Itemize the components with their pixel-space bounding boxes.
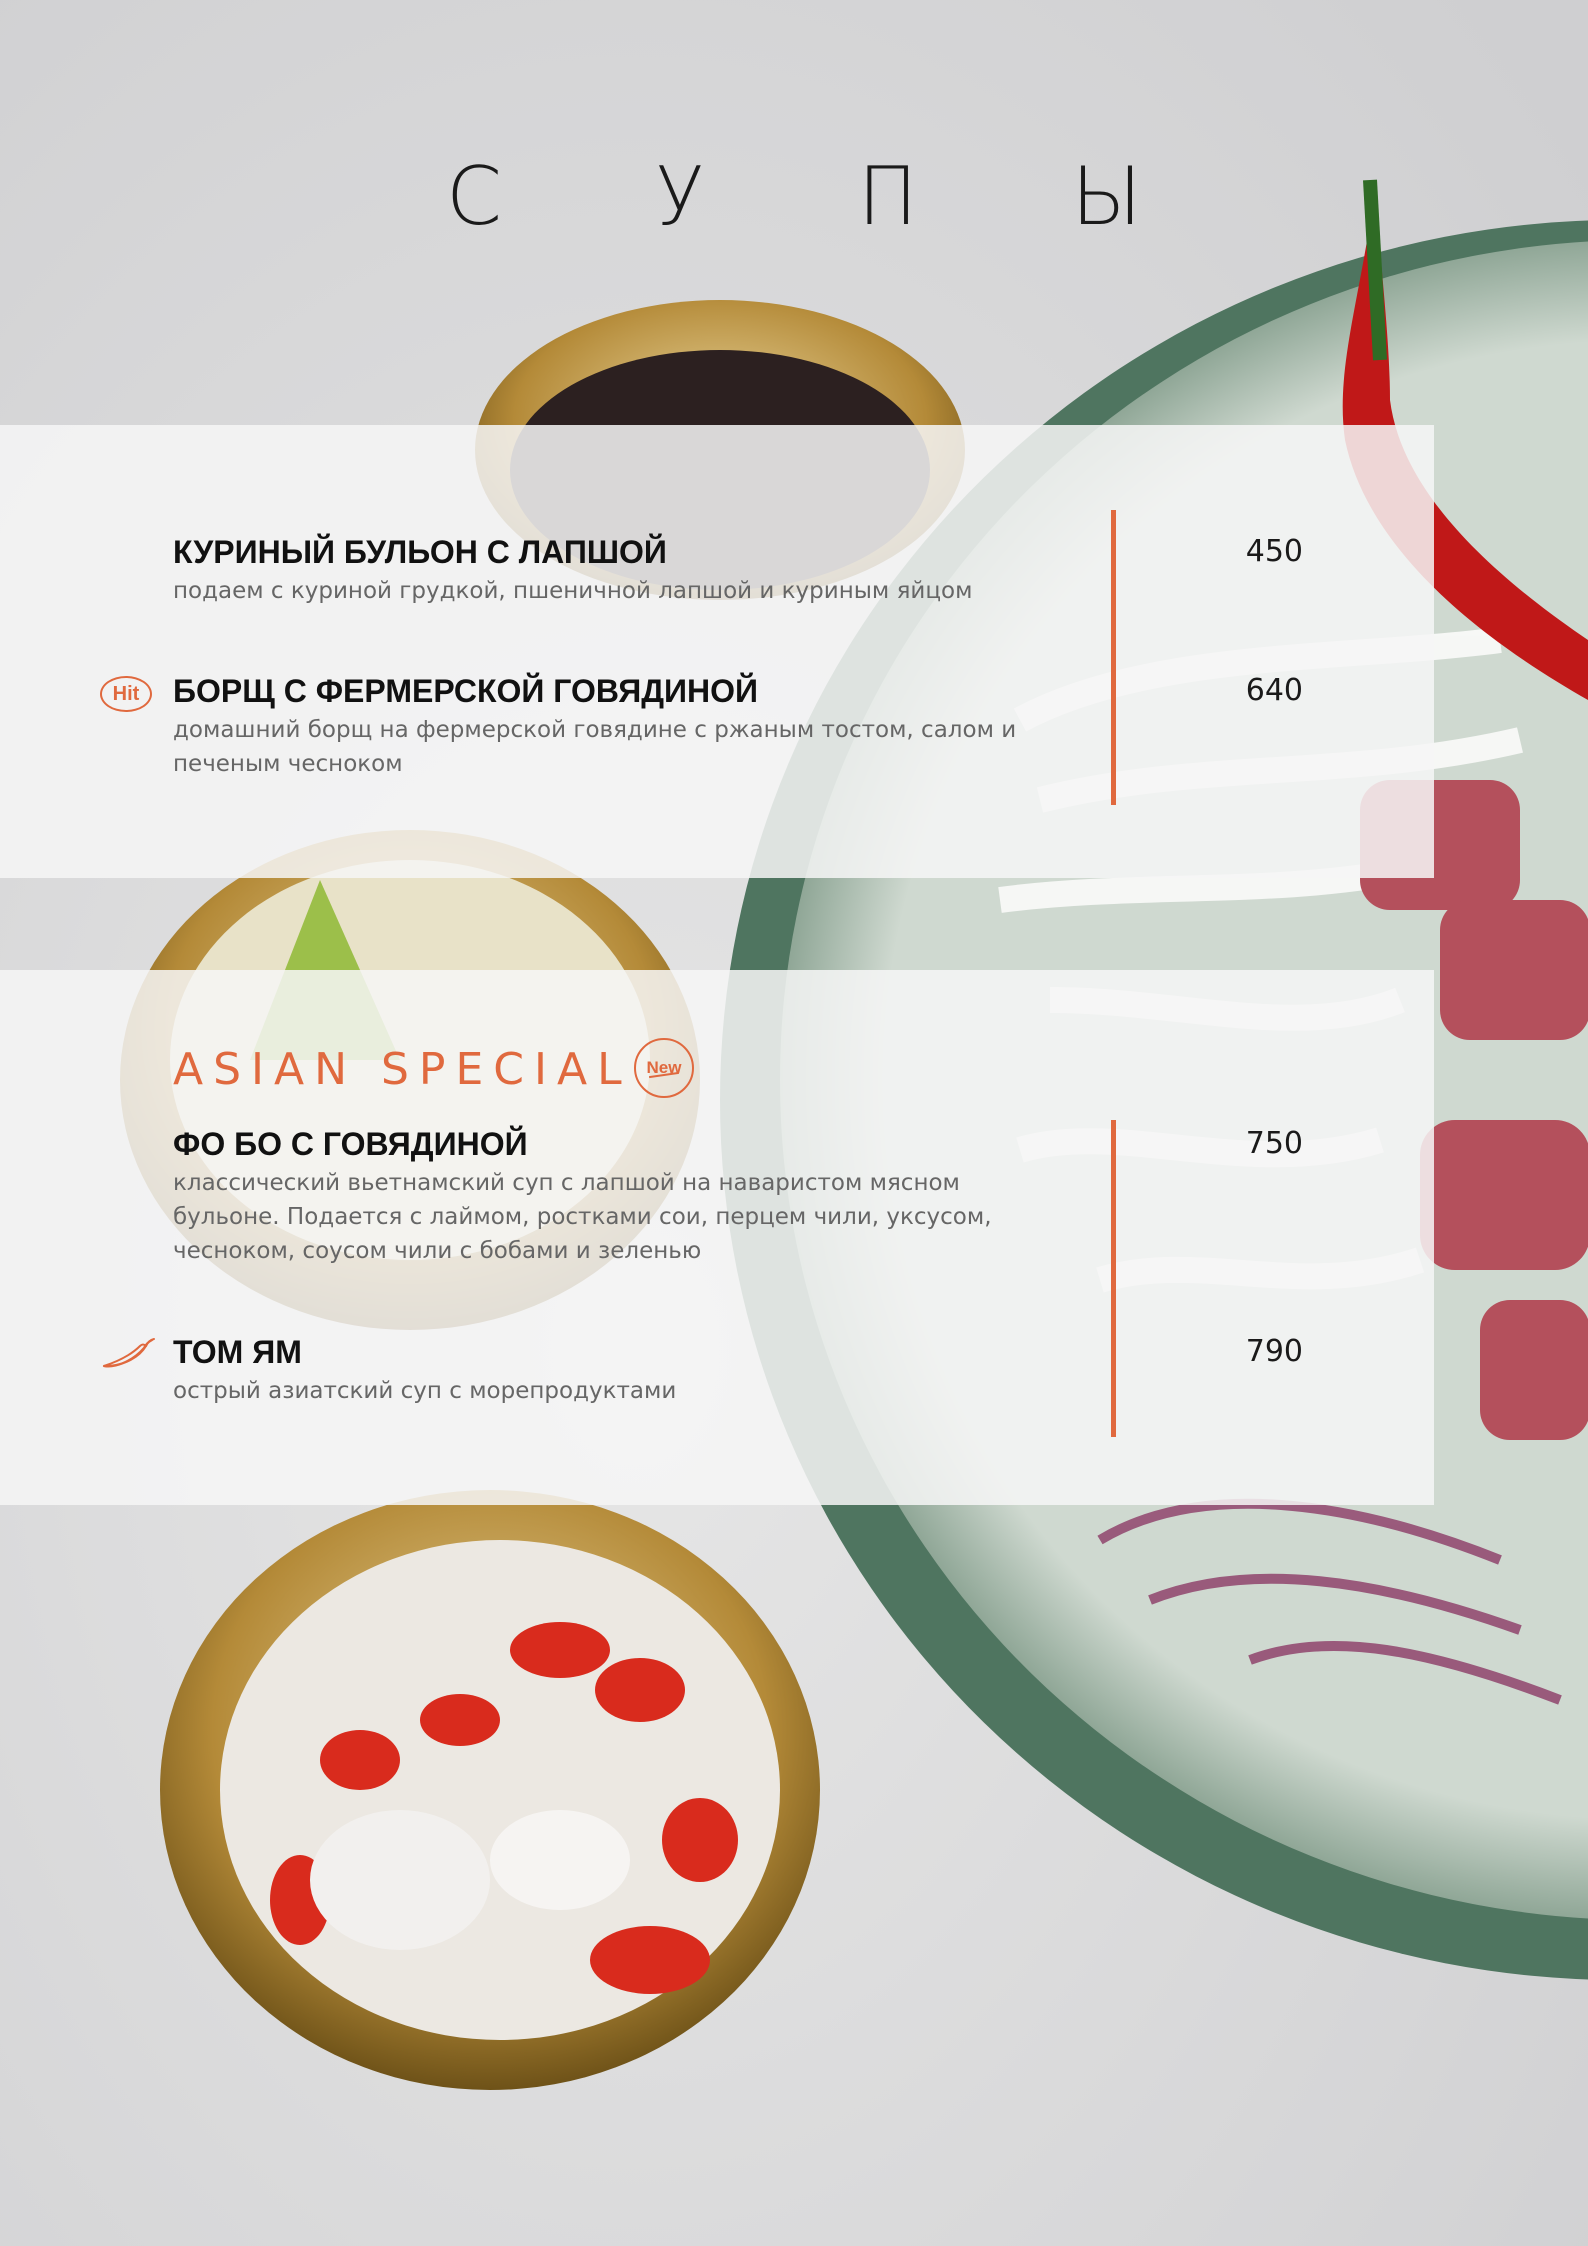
item-price: 790: [1245, 1334, 1303, 1369]
section-title: ASIAN SPECIAL: [173, 1044, 632, 1095]
item-description: классический вьетнамский суп с лапшой на…: [173, 1170, 992, 1264]
menu-item: ТОМ ЯМ острый азиатский суп с морепродук…: [173, 1332, 1303, 1408]
item-price: 640: [1245, 673, 1303, 708]
page-title: С У П Ы: [446, 150, 1206, 243]
item-description: домашний борщ на фермерской говядине с р…: [173, 717, 1017, 777]
menu-item: БОРЩ С ФЕРМЕРСКОЙ ГОВЯДИНОЙ домашний бор…: [173, 671, 1303, 781]
new-badge: New: [634, 1038, 694, 1098]
menu-item: КУРИНЫЙ БУЛЬОН С ЛАПШОЙ подаем с куриной…: [173, 532, 1303, 608]
item-name: КУРИНЫЙ БУЛЬОН С ЛАПШОЙ: [173, 534, 667, 570]
item-name: ФО БО С ГОВЯДИНОЙ: [173, 1126, 528, 1162]
item-name: ТОМ ЯМ: [173, 1334, 302, 1370]
menu-item: ФО БО С ГОВЯДИНОЙ классический вьетнамск…: [173, 1124, 1303, 1268]
item-name: БОРЩ С ФЕРМЕРСКОЙ ГОВЯДИНОЙ: [173, 673, 758, 709]
item-price: 750: [1245, 1126, 1303, 1161]
hit-badge: Hit: [100, 676, 152, 712]
item-description: острый азиатский суп с морепродуктами: [173, 1378, 677, 1404]
item-price: 450: [1245, 534, 1303, 569]
chili-pepper-icon: [102, 1338, 155, 1368]
item-description: подаем с куриной грудкой, пшеничной лапш…: [173, 578, 973, 604]
menu-panel-classic: [0, 425, 1434, 878]
